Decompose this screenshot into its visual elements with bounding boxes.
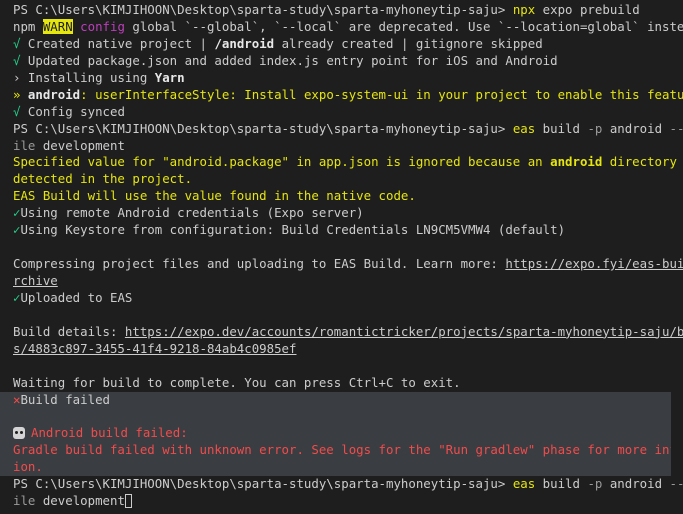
android-build-failed-line: Android build failed:	[0, 425, 671, 443]
compress-line-wrap: rchive	[13, 273, 683, 290]
warn-text: global `--global`, `--local` are depreca…	[124, 18, 683, 34]
command-sub: build	[535, 120, 588, 136]
compress-text: Compressing project files and uploading …	[13, 256, 506, 272]
uploaded-text: Uploaded to EAS	[20, 289, 133, 305]
prompt-path: PS C:\Users\KIMJIHOON\Desktop\sparta-stu…	[13, 2, 506, 17]
flag-profile-wrap: ile	[13, 137, 36, 153]
flag-p: -p	[587, 120, 603, 136]
android-warning-line: » android: userInterfaceStyle: Install e…	[13, 87, 683, 104]
installing-text: Installing using	[20, 69, 155, 85]
arg-development: development	[35, 137, 125, 153]
waiting-text: Waiting for build to complete. You can p…	[13, 374, 461, 390]
build-details-label: Build details:	[13, 323, 125, 339]
build-details-link[interactable]: https://expo.dev/accounts/romantictricke…	[125, 324, 683, 339]
specified-text: Specified value for "android.package" in…	[13, 154, 551, 170]
text-cursor[interactable]	[124, 494, 132, 509]
arg-android: android	[602, 120, 670, 136]
prompt-line-3-wrap: ile development	[13, 493, 683, 510]
installing-line: › Installing using Yarn	[13, 70, 683, 87]
build-details-link-wrap[interactable]: s/4883c897-3455-41f4-9218-84ab4c0985ef	[13, 341, 296, 356]
warn-badge: WARN	[42, 18, 73, 34]
flag-p: -p	[587, 476, 603, 492]
build-failed-text: Build failed	[20, 391, 110, 407]
waiting-line: Waiting for build to complete. You can p…	[13, 375, 683, 392]
prompt-line-2-wrap: ile development	[13, 138, 683, 155]
blank-line	[0, 408, 671, 426]
synced-line: √ Config synced	[13, 104, 683, 121]
command-name: eas	[512, 476, 536, 492]
scrollbar[interactable]	[671, 0, 683, 514]
android-label: android	[20, 86, 81, 102]
updated-line: √ Updated package.json and added index.j…	[13, 53, 683, 70]
npm-label: npm	[13, 18, 43, 34]
android-folder: /android	[214, 35, 275, 51]
android-build-failed-text: Android build failed:	[31, 425, 188, 441]
gradle-line: Gradle build failed with unknown error. …	[0, 442, 671, 460]
command-name: eas	[512, 120, 536, 136]
updated-text: Updated package.json and added index.js …	[20, 52, 558, 68]
robot-icon	[13, 427, 25, 440]
yarn-label: Yarn	[154, 69, 185, 85]
detected-line: detected in the project.	[13, 171, 683, 188]
created-text: Created native project |	[20, 35, 215, 51]
keystore-text: Using Keystore from configuration: Build…	[20, 222, 566, 238]
android-dir: android	[550, 154, 603, 170]
eas-native-text: EAS Build will use the value found in th…	[13, 188, 416, 204]
synced-text: Config synced	[20, 103, 125, 119]
prompt-line-1: PS C:\Users\KIMJIHOON\Desktop\sparta-stu…	[13, 2, 683, 19]
build-details-line-wrap: s/4883c897-3455-41f4-9218-84ab4c0985ef	[13, 341, 683, 358]
arg-development: development	[35, 493, 125, 509]
android-warning-text: : userInterfaceStyle: Install expo-syste…	[80, 86, 683, 102]
prompt-path: PS C:\Users\KIMJIHOON\Desktop\sparta-stu…	[13, 476, 506, 492]
gradle-line-wrap: ion.	[0, 459, 671, 477]
credentials-line: ✓Using remote Android credentials (Expo …	[13, 205, 683, 222]
credentials-text: Using remote Android credentials (Expo s…	[20, 205, 364, 221]
prompt-path: PS C:\Users\KIMJIHOON\Desktop\sparta-stu…	[13, 120, 506, 136]
compress-line: Compressing project files and uploading …	[13, 256, 683, 273]
learn-more-link-wrap[interactable]: rchive	[13, 273, 58, 288]
command-name: npx	[512, 2, 536, 17]
terminal-output[interactable]: PS C:\Users\KIMJIHOON\Desktop\sparta-stu…	[0, 0, 683, 514]
gradle-text: Gradle build failed with unknown error. …	[13, 442, 671, 458]
arg-android: android	[602, 476, 670, 492]
created-text-end: already created | gitignore skipped	[274, 35, 543, 51]
learn-more-link[interactable]: https://expo.fyi/eas-build-a	[505, 256, 683, 271]
config-label: config	[72, 18, 125, 34]
gradle-text-wrap: ion.	[13, 459, 43, 475]
flag-profile-wrap: ile	[13, 493, 36, 509]
eas-native-line: EAS Build will use the value found in th…	[13, 188, 683, 205]
prompt-line-2: PS C:\Users\KIMJIHOON\Desktop\sparta-stu…	[13, 121, 683, 138]
build-details-line: Build details: https://expo.dev/accounts…	[13, 324, 683, 341]
created-line: √ Created native project | /android alre…	[13, 36, 683, 53]
build-failed-line: ✕Build failed	[0, 391, 671, 409]
command-args: expo prebuild	[535, 2, 640, 17]
command-sub: build	[535, 476, 588, 492]
specified-line: Specified value for "android.package" in…	[13, 154, 683, 171]
warn-line: npm WARN config global `--global`, `--lo…	[13, 18, 683, 36]
prompt-line-3: PS C:\Users\KIMJIHOON\Desktop\sparta-stu…	[13, 476, 683, 493]
detected-text: detected in the project.	[13, 171, 193, 187]
uploaded-line: ✓Uploaded to EAS	[13, 290, 683, 307]
keystore-line: ✓Using Keystore from configuration: Buil…	[13, 222, 683, 239]
